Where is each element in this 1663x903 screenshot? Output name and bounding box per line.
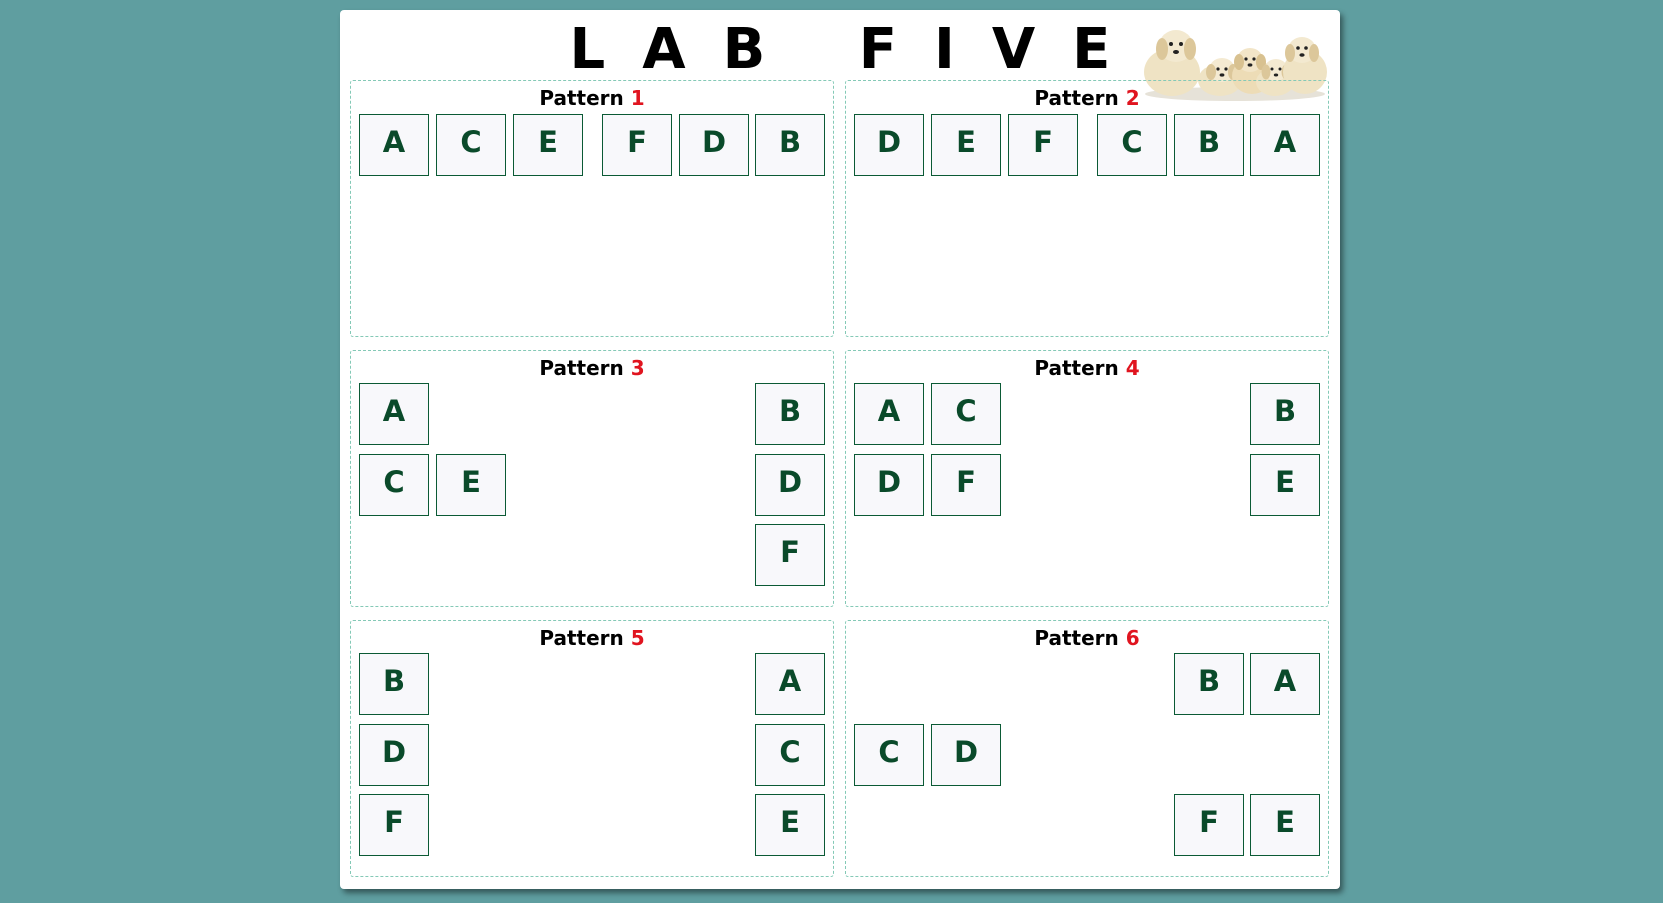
letter-tile[interactable]: B [1174, 653, 1244, 715]
letter-tile[interactable]: F [359, 794, 429, 856]
pattern-label: Pattern [539, 626, 624, 650]
letter-tile[interactable]: D [679, 114, 749, 176]
letter-tile[interactable]: F [931, 454, 1001, 516]
letter-tile[interactable]: C [359, 454, 429, 516]
letter-tile[interactable]: E [755, 794, 825, 856]
pattern-number: 5 [630, 626, 645, 650]
letter-tile[interactable]: C [755, 724, 825, 786]
letter-tile[interactable]: F [1008, 114, 1078, 176]
pattern-title: Pattern 2 [846, 85, 1328, 111]
letter-tile[interactable]: D [755, 454, 825, 516]
letter-tile[interactable]: B [359, 653, 429, 715]
pattern-panel-3: Pattern 3 A B C E D F [350, 350, 834, 607]
letter-tile[interactable]: D [854, 454, 924, 516]
pattern-number: 6 [1125, 626, 1140, 650]
letter-tile[interactable]: D [931, 724, 1001, 786]
pattern-panel-2: Pattern 2 D E F C B A [845, 80, 1329, 337]
letter-tile[interactable]: F [602, 114, 672, 176]
letter-tile[interactable]: B [1174, 114, 1244, 176]
letter-tile[interactable]: C [854, 724, 924, 786]
letter-tile[interactable]: E [1250, 454, 1320, 516]
pattern-panel-6: Pattern 6 B A C D F E [845, 620, 1329, 877]
letter-tile[interactable]: B [755, 383, 825, 445]
pattern-number: 3 [630, 356, 645, 380]
letter-tile[interactable]: B [755, 114, 825, 176]
letter-tile[interactable]: A [854, 383, 924, 445]
pattern-panel-5: Pattern 5 B A D C F E [350, 620, 834, 877]
letter-tile[interactable]: B [1250, 383, 1320, 445]
letter-tile[interactable]: E [931, 114, 1001, 176]
pattern-number: 1 [630, 86, 645, 110]
letter-tile[interactable]: D [359, 724, 429, 786]
pattern-label: Pattern [539, 356, 624, 380]
letter-tile[interactable]: E [513, 114, 583, 176]
letter-tile[interactable]: A [1250, 114, 1320, 176]
pattern-title: Pattern 3 [351, 355, 833, 381]
pattern-number: 4 [1125, 356, 1140, 380]
letter-tile[interactable]: C [436, 114, 506, 176]
letter-tile[interactable]: F [1174, 794, 1244, 856]
pattern-label: Pattern [1034, 626, 1119, 650]
pattern-panel-4: Pattern 4 A C B D F E [845, 350, 1329, 607]
pattern-panel-1: Pattern 1 A C E F D B [350, 80, 834, 337]
letter-tile[interactable]: F [755, 524, 825, 586]
letter-tile[interactable]: A [1250, 653, 1320, 715]
lab-card: LAB FIVE Pattern 1 A C E F D B Pattern 2… [340, 10, 1340, 889]
letter-tile[interactable]: D [854, 114, 924, 176]
letter-tile[interactable]: A [359, 114, 429, 176]
pattern-title: Pattern 6 [846, 625, 1328, 651]
pattern-title: Pattern 1 [351, 85, 833, 111]
letter-tile[interactable]: A [755, 653, 825, 715]
letter-tile[interactable]: E [436, 454, 506, 516]
letter-tile[interactable]: A [359, 383, 429, 445]
pattern-title: Pattern 5 [351, 625, 833, 651]
pattern-number: 2 [1125, 86, 1140, 110]
pattern-label: Pattern [539, 86, 624, 110]
pattern-label: Pattern [1034, 356, 1119, 380]
letter-tile[interactable]: E [1250, 794, 1320, 856]
letter-tile[interactable]: C [931, 383, 1001, 445]
pattern-label: Pattern [1034, 86, 1119, 110]
letter-tile[interactable]: C [1097, 114, 1167, 176]
pattern-title: Pattern 4 [846, 355, 1328, 381]
